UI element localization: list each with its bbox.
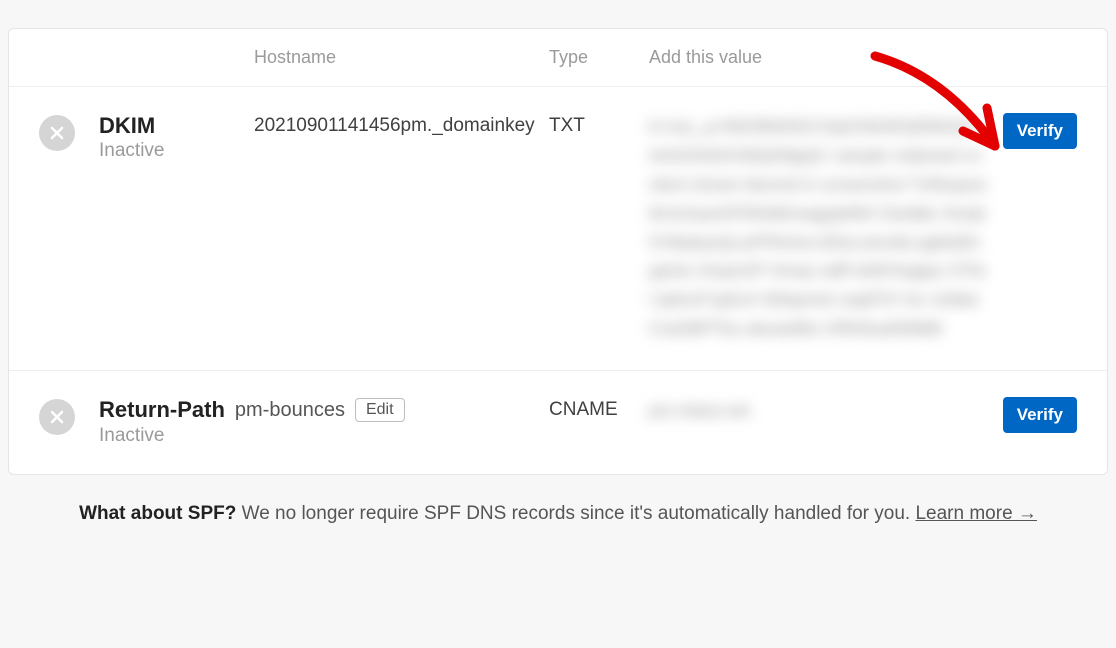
spf-footer-note: What about SPF? We no longer require SPF… bbox=[0, 475, 1116, 539]
record-value-redacted: k=rsa;_p=MIGfMA0GCSqGSIb3DQEBAQUAA4GNADC… bbox=[649, 113, 987, 344]
record-status: Inactive bbox=[99, 424, 549, 449]
record-hostname: pm-bounces bbox=[235, 399, 345, 422]
record-value-redacted: pm.mtasv.net bbox=[649, 397, 819, 426]
learn-more-link[interactable]: Learn more → bbox=[915, 503, 1036, 524]
footer-lead: What about SPF? bbox=[79, 503, 236, 524]
table-row: Return-Path pm-bounces Edit Inactive CNA… bbox=[9, 371, 1107, 474]
record-name: DKIM bbox=[99, 113, 254, 139]
edit-button[interactable]: Edit bbox=[355, 398, 405, 422]
record-type: CNAME bbox=[549, 397, 649, 424]
record-name: Return-Path bbox=[99, 397, 225, 423]
status-inactive-icon bbox=[39, 115, 75, 151]
dns-records-panel: Hostname Type Add this value DKIM Inacti… bbox=[8, 28, 1108, 475]
footer-body: We no longer require SPF DNS records sin… bbox=[242, 503, 911, 524]
col-header-type: Type bbox=[549, 47, 649, 68]
table-header: Hostname Type Add this value bbox=[9, 29, 1107, 87]
record-type: TXT bbox=[549, 113, 649, 140]
record-hostname: 20210901141456pm._domainkey bbox=[254, 113, 549, 140]
verify-button[interactable]: Verify bbox=[1003, 113, 1077, 149]
record-status: Inactive bbox=[99, 139, 254, 164]
status-inactive-icon bbox=[39, 399, 75, 435]
verify-button[interactable]: Verify bbox=[1003, 397, 1077, 433]
col-header-value: Add this value bbox=[649, 47, 987, 68]
col-header-hostname: Hostname bbox=[254, 47, 549, 68]
table-row: DKIM Inactive 20210901141456pm._domainke… bbox=[9, 87, 1107, 371]
